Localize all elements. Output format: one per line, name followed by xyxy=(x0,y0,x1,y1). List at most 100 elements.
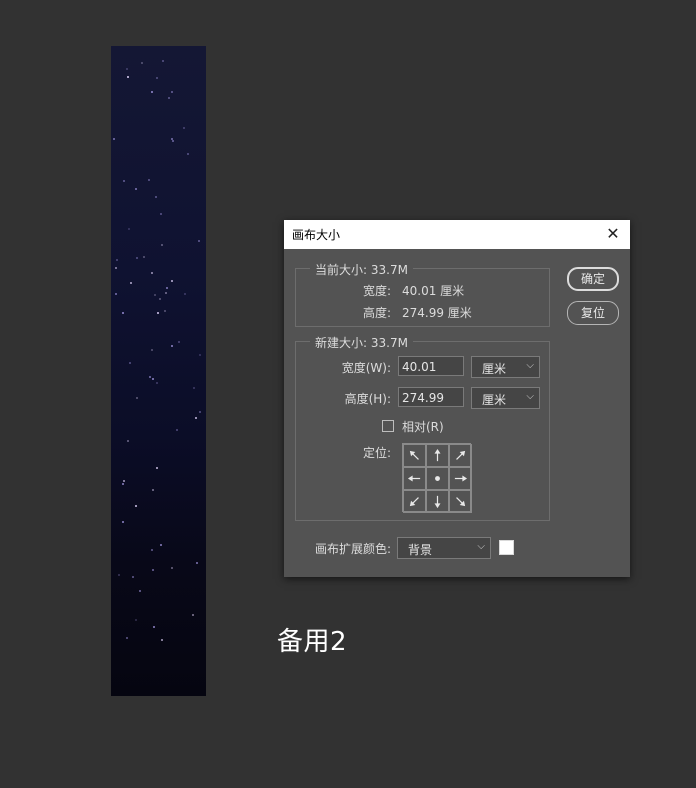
anchor-cell[interactable] xyxy=(449,467,472,490)
star-speck xyxy=(127,440,129,442)
star-speck xyxy=(123,180,125,182)
dialog-titlebar: 画布大小 ✕ xyxy=(284,220,630,249)
anchor-grid xyxy=(402,443,472,513)
arrow-up-icon xyxy=(434,448,441,462)
anchor-cell[interactable] xyxy=(426,444,449,467)
star-speck xyxy=(155,196,157,198)
arrow-down-right-icon xyxy=(456,497,466,507)
extension-color-value: 背景 xyxy=(408,543,433,557)
reset-button[interactable]: 复位 xyxy=(567,301,619,325)
star-speck xyxy=(136,257,138,259)
star-speck xyxy=(151,91,153,93)
anchor-cell[interactable] xyxy=(449,444,472,467)
star-speck xyxy=(178,341,180,343)
current-size-group: 当前大小: 33.7M 宽度: 40.01 厘米 高度: 274.99 厘米 xyxy=(295,261,550,327)
chevron-down-icon: ⌵ xyxy=(477,541,485,552)
width-unit-select[interactable]: 厘米 ⌵ xyxy=(471,356,540,378)
height-unit-select[interactable]: 厘米 ⌵ xyxy=(471,387,540,409)
star-speck xyxy=(165,292,167,294)
height-unit-value: 厘米 xyxy=(482,393,507,407)
arrow-down-left-icon xyxy=(409,497,419,507)
star-speck xyxy=(162,60,164,62)
star-speck xyxy=(116,259,118,261)
star-speck xyxy=(128,228,130,230)
star-speck xyxy=(151,272,153,274)
star-speck xyxy=(135,619,137,621)
star-speck xyxy=(168,97,170,99)
dialog-title: 画布大小 xyxy=(292,228,341,242)
star-speck xyxy=(126,68,128,70)
star-speck xyxy=(132,576,134,578)
star-speck xyxy=(196,562,198,564)
new-width-label: 宽度(W): xyxy=(341,361,391,375)
anchor-cell[interactable] xyxy=(426,490,449,513)
arrow-up-left-icon xyxy=(409,450,419,460)
canvas-size-dialog: 画布大小 ✕ 当前大小: 33.7M 宽度: 40.01 厘米 高度: 274.… xyxy=(284,220,630,577)
star-speck xyxy=(187,153,189,155)
star-speck xyxy=(122,521,124,523)
anchor-cell[interactable] xyxy=(449,490,472,513)
star-speck xyxy=(171,91,173,93)
star-speck xyxy=(183,127,185,129)
star-speck xyxy=(113,138,115,140)
star-speck xyxy=(123,480,125,482)
star-speck xyxy=(149,376,151,378)
star-speck xyxy=(118,574,120,576)
anchor-label: 定位: xyxy=(362,446,391,460)
center-dot-icon xyxy=(435,476,440,481)
star-speck xyxy=(176,429,178,431)
star-speck xyxy=(171,567,173,569)
new-height-label: 高度(H): xyxy=(344,392,391,406)
star-speck xyxy=(156,467,158,469)
width-input[interactable]: 40.01 xyxy=(398,356,464,376)
star-speck xyxy=(172,140,174,142)
chevron-down-icon: ⌵ xyxy=(526,360,534,371)
star-speck xyxy=(143,256,145,258)
star-speck xyxy=(164,310,166,312)
height-input[interactable]: 274.99 xyxy=(398,387,464,407)
star-speck xyxy=(127,76,129,78)
close-icon[interactable]: ✕ xyxy=(602,223,624,245)
arrow-down-icon xyxy=(434,495,441,509)
star-speck xyxy=(135,505,137,507)
star-speck xyxy=(152,378,154,380)
anchor-cell[interactable] xyxy=(403,467,426,490)
document-caption: 备用2 xyxy=(277,627,348,657)
chevron-down-icon: ⌵ xyxy=(526,391,534,402)
arrow-up-right-icon xyxy=(456,450,466,460)
anchor-cell[interactable] xyxy=(426,467,449,490)
star-speck xyxy=(136,397,138,399)
star-speck xyxy=(193,387,195,389)
star-speck xyxy=(199,354,201,356)
star-speck xyxy=(115,267,117,269)
star-speck xyxy=(161,639,163,641)
arrow-right-icon xyxy=(454,475,468,482)
extension-color-select[interactable]: 背景 ⌵ xyxy=(397,537,491,559)
star-speck xyxy=(148,179,150,181)
relative-checkbox[interactable] xyxy=(382,420,394,432)
current-height-label: 高度: xyxy=(362,306,391,320)
anchor-cell[interactable] xyxy=(403,444,426,467)
star-speck xyxy=(151,349,153,351)
star-speck xyxy=(171,345,173,347)
extension-color-swatch[interactable] xyxy=(499,540,514,555)
anchor-cell[interactable] xyxy=(403,490,426,513)
relative-label: 相对(R) xyxy=(402,420,444,434)
ok-button[interactable]: 确定 xyxy=(567,267,619,291)
extension-color-label: 画布扩展颜色: xyxy=(314,542,391,556)
canvas-image xyxy=(111,46,206,696)
arrow-left-icon xyxy=(407,475,421,482)
star-speck xyxy=(198,240,200,242)
current-height-value: 274.99 厘米 xyxy=(402,306,472,320)
star-speck xyxy=(154,294,156,296)
star-speck xyxy=(126,637,128,639)
star-speck xyxy=(139,590,141,592)
star-speck xyxy=(157,312,159,314)
star-speck xyxy=(151,549,153,551)
star-speck xyxy=(199,411,201,413)
star-speck xyxy=(135,188,137,190)
star-speck xyxy=(156,382,158,384)
star-speck xyxy=(192,614,194,616)
current-width-value: 40.01 厘米 xyxy=(402,284,465,298)
star-speck xyxy=(115,293,117,295)
